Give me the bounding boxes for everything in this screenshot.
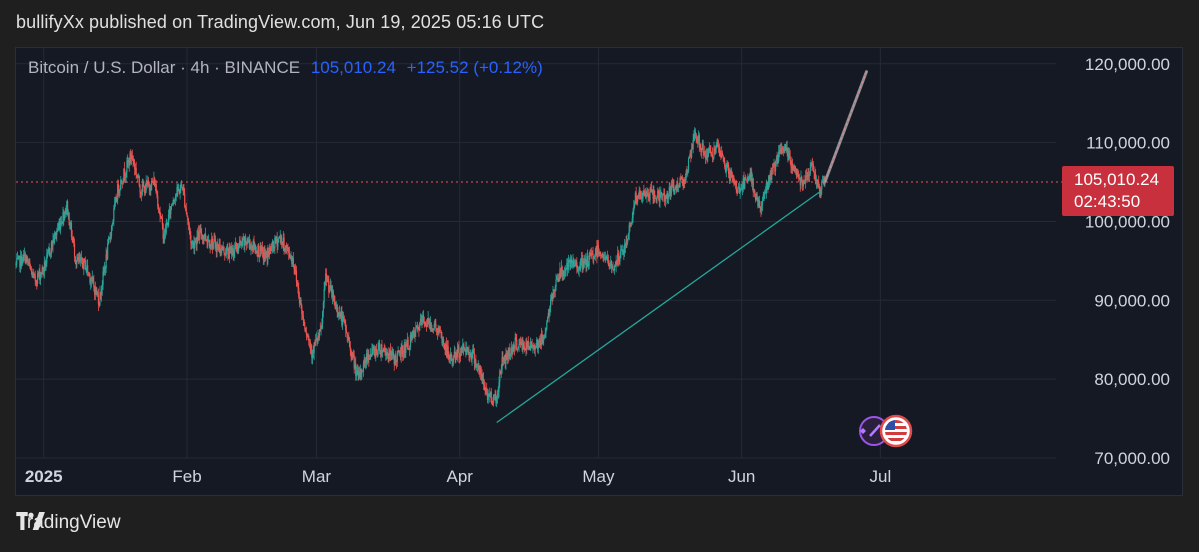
- last-price-value: 105,010.24: [1074, 170, 1160, 189]
- candle-body: [21, 263, 23, 266]
- candle-body: [546, 318, 549, 323]
- bar-countdown: 02:43:50: [1074, 192, 1141, 211]
- x-tick-label: May: [582, 467, 615, 486]
- tradingview-logo-icon: [16, 512, 45, 530]
- candle-body: [320, 328, 322, 331]
- candle-body: [223, 246, 225, 253]
- candle-body: [184, 193, 186, 207]
- candle-body: [435, 323, 437, 329]
- candle-body: [737, 188, 739, 193]
- candle-body: [87, 265, 89, 273]
- candle-body: [546, 322, 548, 329]
- candle-body: [722, 156, 724, 158]
- legend-change: +125.52 (+0.12%): [406, 58, 543, 77]
- x-tick-label: Mar: [302, 467, 332, 486]
- candle-body: [490, 391, 492, 403]
- candle-body: [761, 200, 764, 205]
- candle-body: [204, 234, 207, 240]
- candle-body: [185, 207, 187, 213]
- candle-body: [107, 239, 110, 244]
- y-tick-label: 120,000.00: [1085, 55, 1170, 74]
- x-tick-label: Feb: [172, 467, 201, 486]
- candle-body: [620, 249, 622, 259]
- y-tick-label: 110,000.00: [1086, 134, 1170, 153]
- x-tick-label: Jun: [728, 467, 755, 486]
- y-tick-label: 70,000.00: [1094, 449, 1170, 468]
- y-tick-label: 90,000.00: [1094, 291, 1170, 310]
- candle-body: [165, 225, 167, 233]
- candle-body: [73, 243, 76, 257]
- footer-brand[interactable]: TradingView: [16, 512, 121, 534]
- trendline: [496, 190, 821, 424]
- candle-body: [315, 340, 317, 346]
- x-tick-label: Apr: [446, 467, 473, 486]
- candle-body: [138, 175, 140, 186]
- candle-body: [821, 182, 823, 190]
- candle-body: [113, 208, 115, 221]
- candle-body: [295, 270, 298, 282]
- candle-body: [516, 339, 518, 351]
- us-flag-icon[interactable]: [879, 414, 913, 448]
- candle-body: [691, 148, 693, 158]
- last-price-tag: 105,010.24 02:43:50: [1062, 166, 1174, 216]
- candle-body: [181, 184, 183, 188]
- candle-body: [107, 243, 109, 259]
- candle-body: [135, 168, 137, 176]
- event-icons[interactable]: [850, 414, 914, 448]
- candle-body: [379, 342, 381, 351]
- candle-body: [634, 203, 636, 207]
- candle-body: [323, 289, 325, 303]
- candle-body: [812, 164, 814, 172]
- candle-body: [744, 177, 747, 180]
- x-tick-label: 2025: [25, 467, 63, 486]
- candle-body: [292, 258, 294, 265]
- y-tick-label: 80,000.00: [1094, 370, 1170, 389]
- legend-price: 105,010.24: [310, 58, 396, 77]
- x-tick-label: Jul: [869, 467, 891, 486]
- candle-body: [407, 339, 409, 350]
- candles: [15, 127, 826, 408]
- candle-body: [687, 158, 690, 171]
- price-chart[interactable]: 70,000.0080,000.0090,000.00100,000.00110…: [0, 0, 1199, 552]
- legend-symbol: Bitcoin / U.S. Dollar · 4h · BINANCE: [28, 58, 301, 77]
- candle-body: [555, 279, 557, 288]
- chart-legend[interactable]: Bitcoin / U.S. Dollar · 4h · BINANCE 105…: [28, 58, 543, 78]
- candle-body: [272, 240, 274, 247]
- candle-body: [619, 258, 621, 262]
- candle-body: [194, 242, 196, 248]
